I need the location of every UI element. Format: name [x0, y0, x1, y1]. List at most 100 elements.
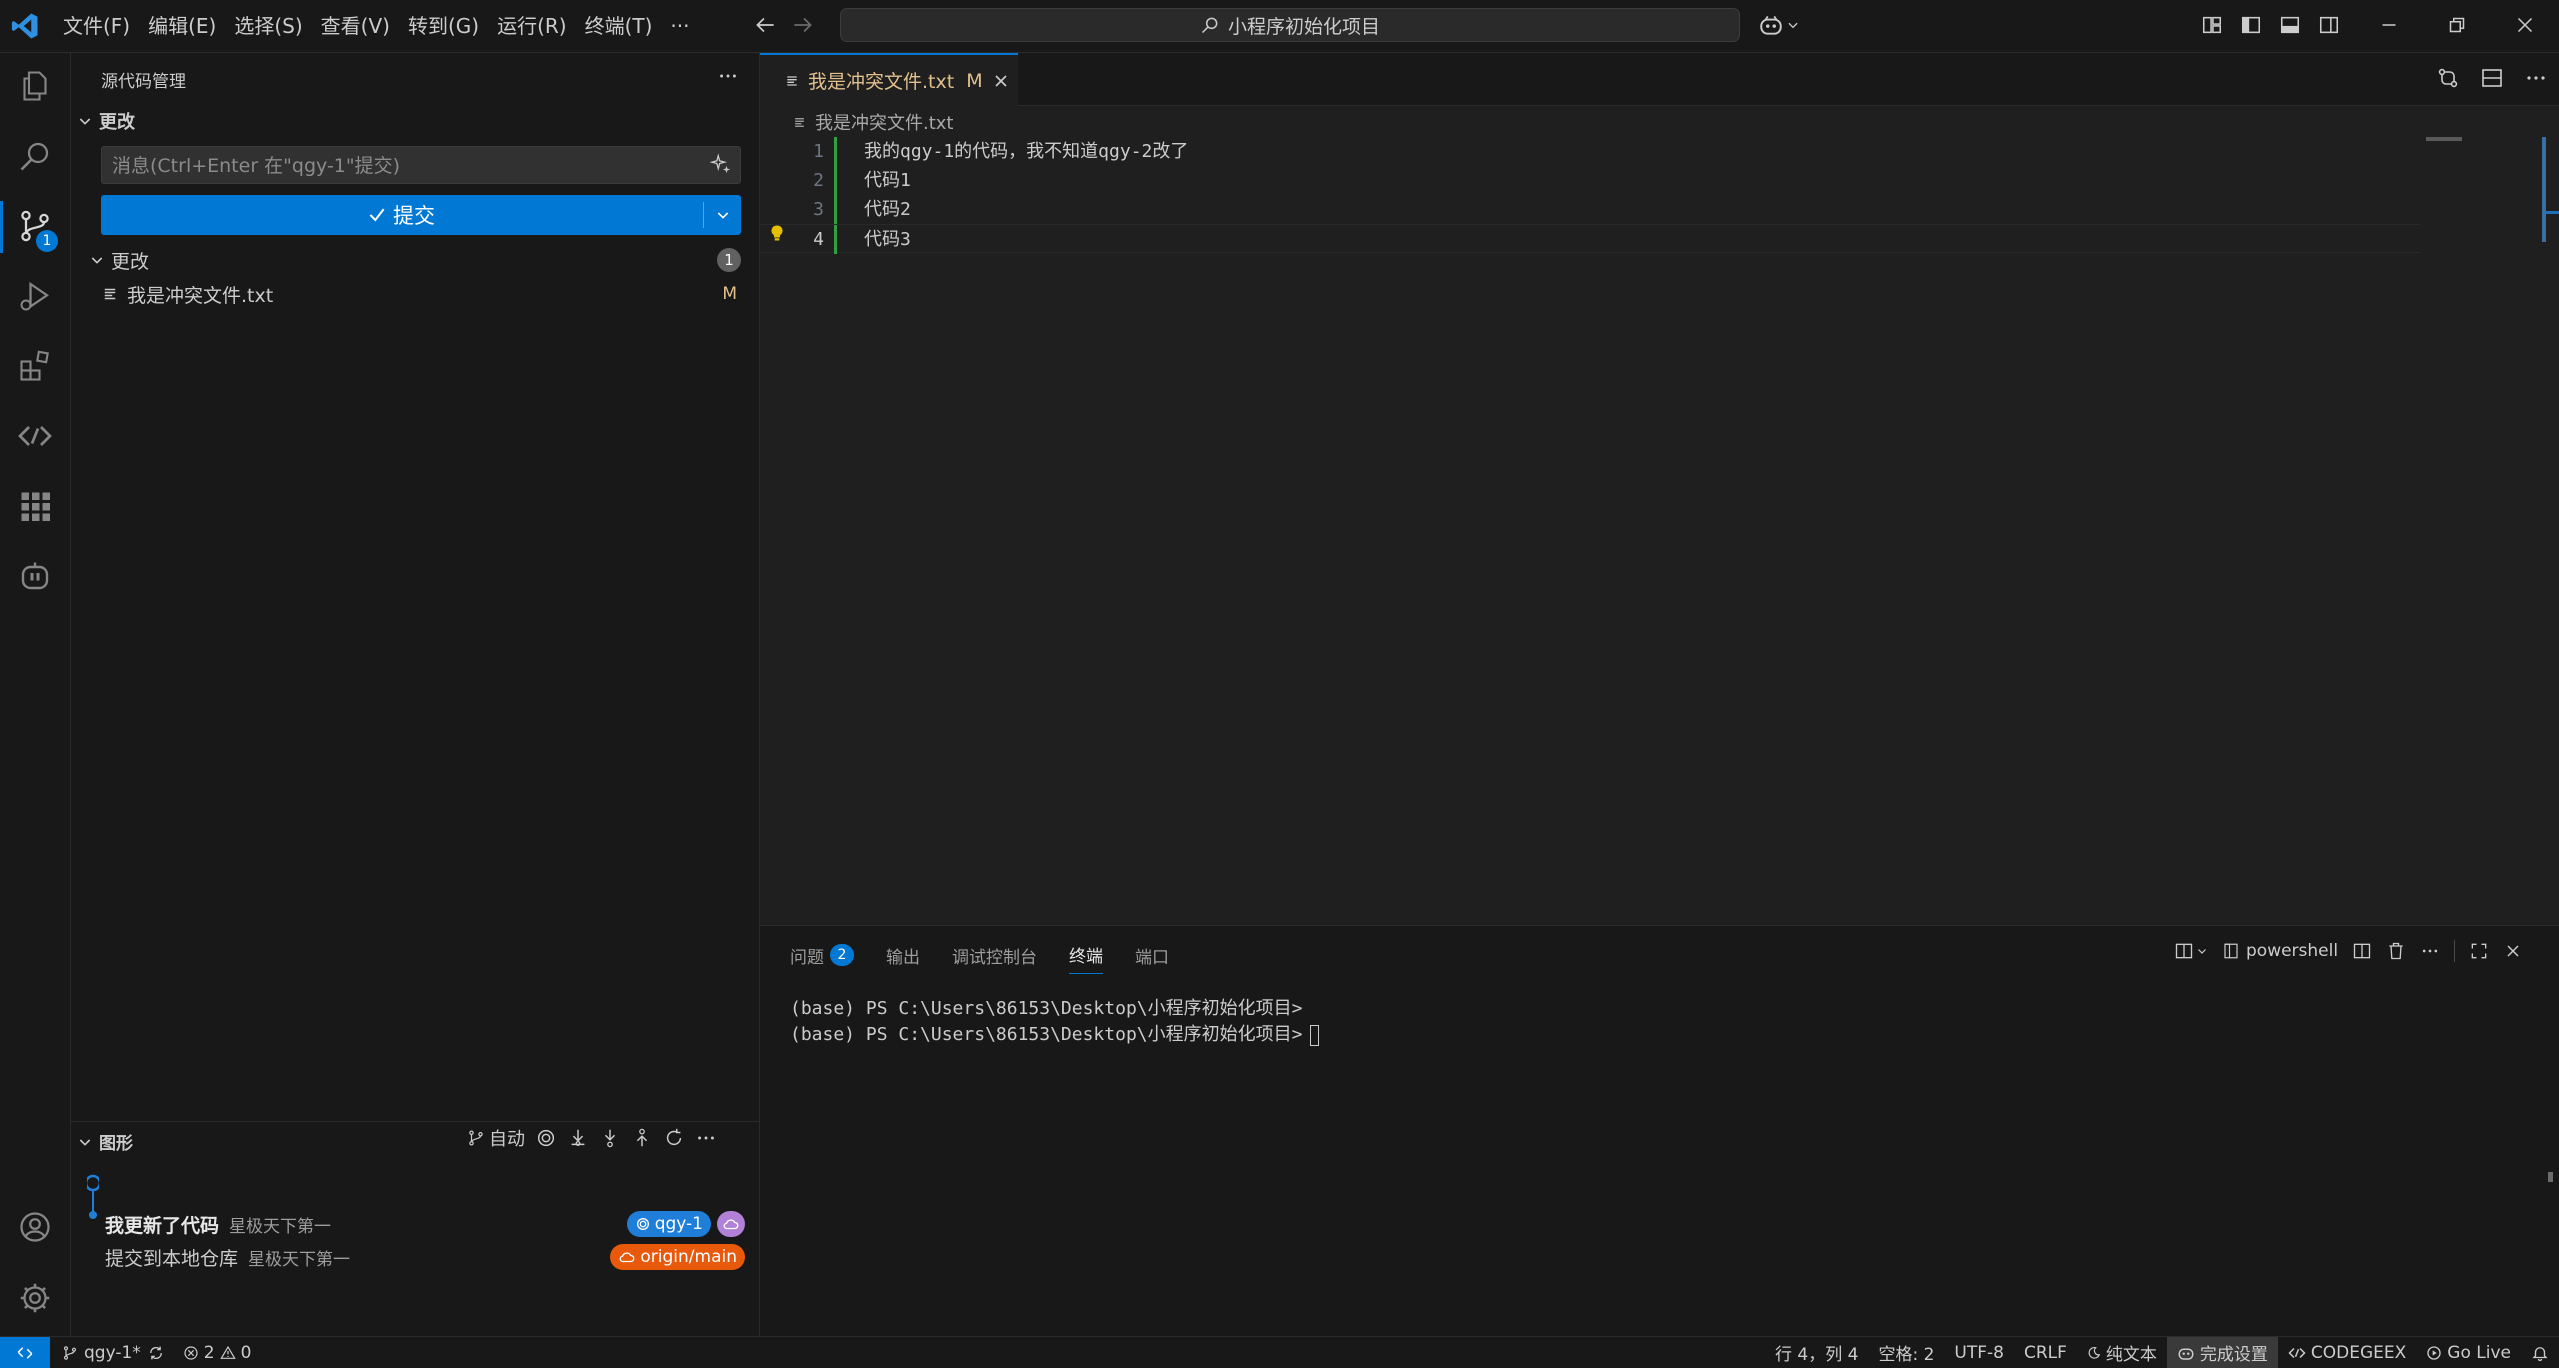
run-debug-icon[interactable] [0, 263, 70, 329]
graph-more-icon[interactable] [695, 1127, 717, 1149]
minimap[interactable] [2426, 137, 2462, 141]
code-editor[interactable]: 1 我的qgy-1的代码，我不知道qgy-2改了 2 代码1 3 代码2 4 代… [760, 137, 2500, 937]
copilot-menu-button[interactable] [1758, 12, 1800, 38]
terminal-line-text: (base) PS C:\Users\86153\Desktop\小程序初始化项… [790, 1024, 1303, 1045]
line-text: 我的qgy-1的代码，我不知道qgy-2改了 [864, 141, 1189, 162]
split-editor-icon[interactable] [2480, 66, 2504, 90]
accounts-icon[interactable] [0, 1194, 70, 1260]
toggle-secondary-sidebar-icon[interactable] [2318, 14, 2340, 36]
back-arrow-icon[interactable] [752, 12, 778, 38]
branch-ref-badge: qgy-1 [626, 1211, 711, 1237]
menu-terminal[interactable]: 终端(T) [576, 8, 662, 44]
menu-more[interactable]: ··· [661, 8, 698, 44]
minimize-icon[interactable] [2376, 12, 2402, 38]
file-status-modified: M [722, 284, 737, 304]
branch-status[interactable]: qgy-1* [62, 1343, 165, 1363]
terminal-output[interactable]: (base) PS C:\Users\86153\Desktop\小程序初始化项… [790, 996, 1320, 1048]
editor-scrollbar[interactable] [2542, 137, 2546, 242]
settings-gear-icon[interactable] [0, 1265, 70, 1331]
added-line-gutter [834, 137, 837, 166]
trash-icon[interactable] [2386, 941, 2406, 961]
open-changes-icon[interactable] [2436, 66, 2460, 90]
more-actions-icon[interactable] [717, 65, 739, 87]
generate-commit-message-sparkle-icon[interactable] [710, 153, 732, 175]
go-live-button[interactable]: Go Live [2416, 1337, 2521, 1368]
vscode-logo-icon [10, 11, 40, 41]
command-center-search[interactable]: 小程序初始化项目 [840, 8, 1740, 42]
graph-commit-row[interactable]: 我更新了代码 星极天下第一 qgy-1 [105, 1208, 745, 1240]
file-encoding[interactable]: UTF-8 [1944, 1337, 2014, 1368]
menu-selection[interactable]: 选择(S) [225, 8, 311, 44]
commit-options-dropdown[interactable] [705, 195, 741, 235]
language-mode[interactable]: 纯文本 [2077, 1337, 2167, 1368]
line-number: 3 [813, 199, 824, 220]
toggle-panel-icon[interactable] [2279, 14, 2301, 36]
forward-arrow-icon[interactable] [790, 12, 816, 38]
tab-output[interactable]: 输出 [886, 942, 920, 974]
toggle-primary-sidebar-icon[interactable] [2240, 14, 2262, 36]
commit-message: 提交到本地仓库 [105, 1247, 239, 1270]
remote-indicator[interactable] [0, 1337, 50, 1368]
close-tab-icon[interactable] [991, 71, 1011, 91]
breadcrumb[interactable]: 我是冲突文件.txt [792, 109, 954, 135]
menu-run[interactable]: 运行(R) [488, 8, 576, 44]
tab-problems[interactable]: 问题 2 [790, 942, 854, 974]
extensions-icon[interactable] [0, 333, 70, 399]
terminal-instance[interactable]: powershell [2222, 941, 2338, 961]
customize-layout-icon[interactable] [2201, 14, 2223, 36]
indentation[interactable]: 空格: 2 [1868, 1337, 1944, 1368]
changed-file-item[interactable]: 我是冲突文件.txt M [101, 277, 741, 311]
finish-setup-button[interactable]: 完成设置 [2166, 1337, 2278, 1368]
commit-button[interactable]: 提交 [101, 195, 741, 235]
graph-commit-row[interactable]: 提交到本地仓库 星极天下第一 origin/main [105, 1241, 745, 1273]
tab-debug-console[interactable]: 调试控制台 [952, 942, 1037, 974]
close-panel-icon[interactable] [2503, 941, 2523, 961]
editor-more-icon[interactable] [2524, 66, 2548, 90]
new-terminal-split-button[interactable] [2174, 941, 2208, 961]
cursor-position[interactable]: 行 4，列 4 [1765, 1337, 1868, 1368]
activity-bar: 1 [0, 53, 71, 1336]
search-icon[interactable] [0, 123, 70, 189]
end-of-line[interactable]: CRLF [2014, 1337, 2077, 1368]
graph-section-header[interactable]: 图形 [77, 1129, 133, 1154]
terminal-scrollbar[interactable] [2548, 1172, 2553, 1182]
commit-message-input[interactable] [102, 147, 704, 185]
source-control-icon[interactable]: 1 [0, 193, 70, 259]
restore-icon[interactable] [2444, 12, 2470, 38]
changes-section-header[interactable]: 更改 [77, 108, 135, 134]
terminal-line: (base) PS C:\Users\86153\Desktop\小程序初始化项… [790, 996, 1319, 1022]
notifications-bell-icon[interactable] [2521, 1337, 2559, 1368]
sync-icon[interactable] [147, 1344, 165, 1362]
commit-message-field[interactable] [101, 146, 741, 185]
commit-button-main[interactable]: 提交 [101, 195, 701, 235]
added-line-gutter [834, 166, 837, 195]
editor-tab-active[interactable]: 我是冲突文件.txt M [760, 53, 1018, 106]
maximize-panel-icon[interactable] [2469, 941, 2489, 961]
menu-view[interactable]: 查看(V) [312, 8, 399, 44]
changes-group-header[interactable]: 更改 1 [89, 245, 741, 275]
editor-tab-bar: 我是冲突文件.txt M [760, 53, 2559, 106]
graph-branch-auto-button[interactable]: 自动 [467, 1125, 525, 1151]
fetch-icon[interactable] [567, 1127, 589, 1149]
tab-modified-status: M [966, 69, 983, 92]
explorer-icon[interactable] [0, 53, 70, 119]
refresh-icon[interactable] [663, 1127, 685, 1149]
problems-status[interactable]: 2 0 [183, 1343, 251, 1363]
menu-edit[interactable]: 编辑(E) [139, 8, 225, 44]
codegeex-status[interactable]: CODEGEEX [2278, 1337, 2416, 1368]
target-icon[interactable] [535, 1127, 557, 1149]
close-window-icon[interactable] [2512, 12, 2538, 38]
push-icon[interactable] [631, 1127, 653, 1149]
menu-file[interactable]: 文件(F) [54, 8, 139, 44]
menu-go[interactable]: 转到(G) [399, 8, 488, 44]
ai-assistant-robot-icon[interactable] [0, 543, 70, 609]
split-terminal-icon[interactable] [2352, 941, 2372, 961]
codegeex-icon[interactable] [0, 403, 70, 469]
panel-more-icon[interactable] [2420, 941, 2440, 961]
tab-terminal[interactable]: 终端 [1069, 942, 1103, 974]
graph-section-label: 图形 [99, 1134, 133, 1154]
tab-ports[interactable]: 端口 [1135, 942, 1169, 974]
lightbulb-icon[interactable] [768, 223, 786, 243]
pull-icon[interactable] [599, 1127, 621, 1149]
apps-grid-icon[interactable] [0, 473, 70, 539]
